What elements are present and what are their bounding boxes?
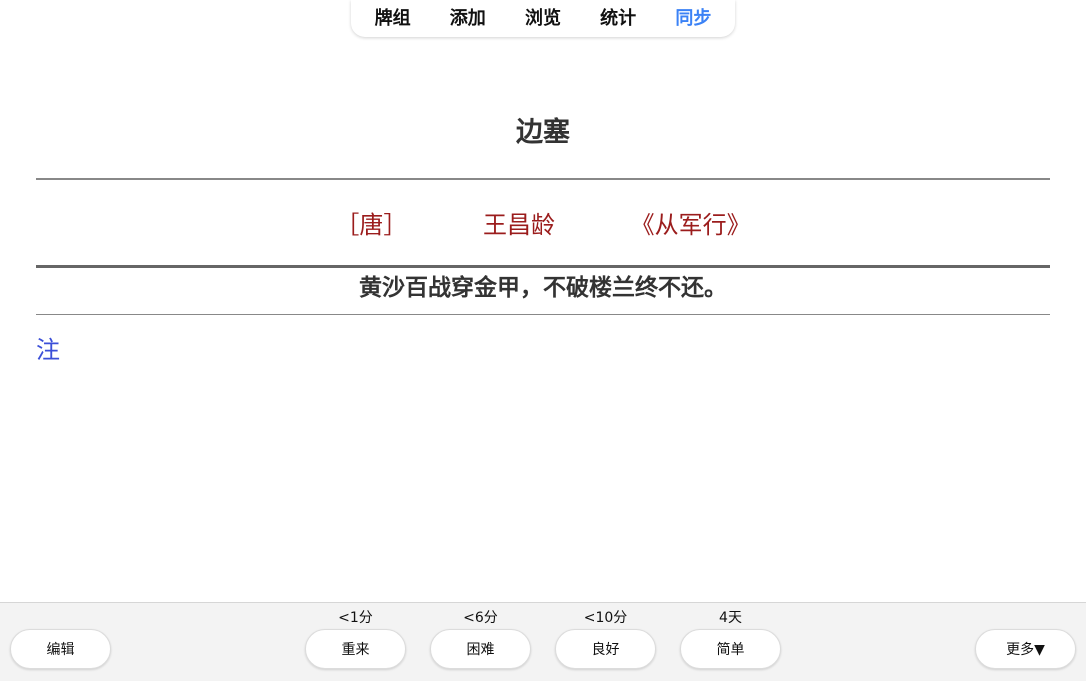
nav-add[interactable]: 添加	[444, 0, 492, 37]
poem-line: 黄沙百战穿金甲，不破楼兰终不还。	[359, 275, 727, 301]
card-title: 边塞	[516, 117, 570, 148]
hard-button[interactable]: 困难	[430, 629, 531, 669]
nav-decks[interactable]: 牌组	[369, 0, 417, 37]
top-nav: 牌组 添加 浏览 统计 同步	[351, 0, 735, 37]
edit-button[interactable]: 编辑	[10, 629, 111, 669]
more-button[interactable]: 更多▼	[975, 629, 1076, 669]
dynasty-label: ［唐］	[335, 211, 408, 239]
easy-button[interactable]: 简单	[680, 629, 781, 669]
nav-browse[interactable]: 浏览	[519, 0, 567, 37]
reviewer-screen: 牌组 添加 浏览 统计 同步 边塞 ［唐］ 王昌龄 《从军行》 黄沙百战穿金甲，…	[0, 0, 1086, 681]
again-interval: <1分	[338, 610, 373, 626]
divider	[36, 178, 1050, 180]
author-label: 王昌龄	[483, 211, 555, 239]
work-title: 《从军行》	[630, 211, 751, 239]
answer-bar: 编辑 <1分 重来 <6分 困难 <10分 良好 4天 简单 更多▼	[0, 602, 1086, 681]
nav-stats[interactable]: 统计	[594, 0, 642, 37]
good-interval: <10分	[583, 610, 628, 626]
nav-sync[interactable]: 同步	[669, 0, 717, 37]
easy-interval: 4天	[719, 610, 742, 626]
poem-meta: ［唐］ 王昌龄 《从军行》	[0, 205, 1086, 240]
again-button[interactable]: 重来	[305, 629, 406, 669]
hard-interval: <6分	[463, 610, 498, 626]
divider	[36, 314, 1050, 315]
note-link[interactable]: 注	[36, 330, 60, 365]
good-button[interactable]: 良好	[555, 629, 656, 669]
